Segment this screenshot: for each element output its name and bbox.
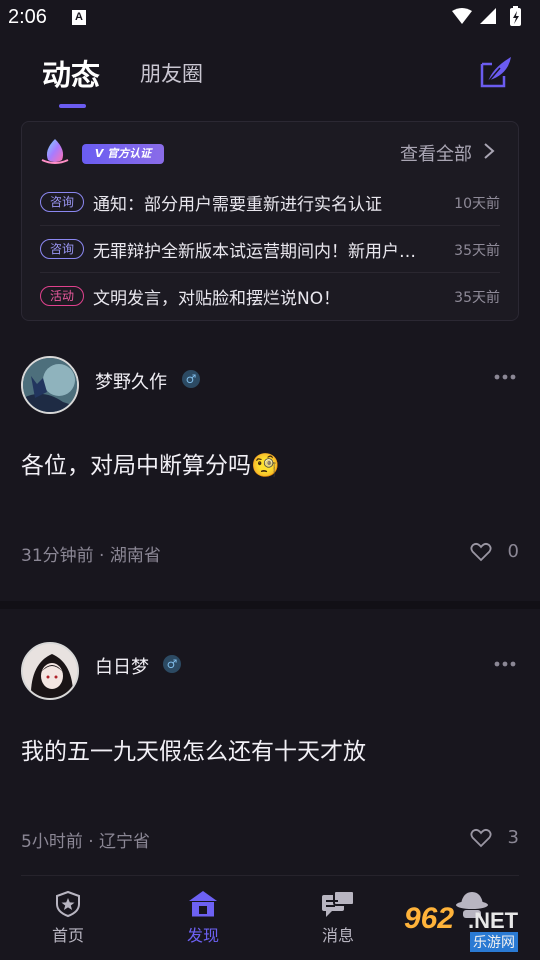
notice-item[interactable]: 咨询 无罪辩护全新版本试运营期间内！新用户… 35天前: [40, 227, 500, 273]
header-tabs: 动态 朋友圈: [0, 40, 540, 110]
official-verified-badge: V 官方认证: [82, 144, 164, 164]
notice-tag: 咨询: [40, 192, 84, 212]
notice-tag: 咨询: [40, 239, 84, 259]
notice-time: 10天前: [454, 196, 500, 212]
nav-label: 首页: [51, 926, 84, 945]
post-meta: 31分钟前 · 湖南省: [21, 546, 161, 566]
chevron-right-icon[interactable]: [482, 142, 496, 160]
shield-star-icon: [56, 890, 80, 918]
nav-label: 消息: [321, 926, 354, 945]
status-time: 2:06: [8, 6, 47, 28]
notice-tag: 活动: [40, 286, 84, 306]
post-content: 各位，对局中断算分吗🧐: [21, 453, 280, 479]
gender-male-icon: ♂: [163, 655, 181, 673]
post-author[interactable]: 梦野久作: [95, 368, 167, 394]
watermark-site-name: 乐游网: [470, 932, 518, 952]
tab-moments[interactable]: 朋友圈: [140, 58, 203, 88]
chat-bubbles-icon: [322, 890, 355, 917]
like-count: 0: [507, 541, 519, 562]
nav-messages[interactable]: 消息: [298, 886, 378, 952]
post-author[interactable]: 白日梦: [95, 653, 149, 679]
post-meta: 5小时前 · 辽宁省: [21, 832, 151, 852]
watermark-suffix: .NET: [468, 908, 519, 933]
app-logo-icon: [41, 139, 69, 164]
notice-board: V 官方认证 查看全部 咨询 通知：部分用户需要重新进行实名认证 10天前 咨询…: [21, 121, 519, 321]
post-card[interactable]: 白日梦 ♂ 我的五一九天假怎么还有十天才放 5小时前 · 辽宁省 3: [0, 610, 540, 876]
site-watermark: 962 .NET 乐游网: [400, 900, 534, 952]
notice-time: 35天前: [454, 243, 500, 259]
view-all-link[interactable]: 查看全部: [400, 140, 472, 166]
notice-title: 通知：部分用户需要重新进行实名认证: [93, 195, 382, 215]
notice-title: 无罪辩护全新版本试运营期间内！新用户…: [93, 242, 416, 262]
more-options-icon[interactable]: [494, 373, 516, 381]
nav-label: 发现: [186, 926, 219, 945]
nav-home[interactable]: 首页: [28, 886, 108, 952]
compose-post-icon[interactable]: [478, 54, 514, 90]
gender-male-icon: ♂: [182, 370, 200, 388]
like-count: 3: [507, 827, 519, 848]
heart-icon[interactable]: [470, 828, 492, 848]
post-card[interactable]: 梦野久作 ♂ 各位，对局中断算分吗🧐 31分钟前 · 湖南省 0: [0, 340, 540, 600]
notification-a-icon: A: [72, 10, 86, 25]
more-options-icon[interactable]: [494, 660, 516, 668]
post-separator: [0, 601, 540, 609]
nav-discover[interactable]: 发现: [163, 886, 243, 952]
watermark-number: 962: [404, 902, 455, 935]
house-icon: [189, 891, 217, 917]
notice-time: 35天前: [454, 290, 500, 306]
tab-dynamic[interactable]: 动态: [42, 52, 100, 94]
avatar-image: [23, 644, 77, 698]
status-bar: 2:06 A: [0, 0, 540, 36]
notice-title: 文明发言，对贴脸和摆烂说NO！: [93, 289, 341, 309]
system-status-icons: [452, 6, 521, 26]
wifi-icon: [452, 8, 472, 24]
avatar[interactable]: [21, 356, 79, 414]
active-tab-indicator: [59, 104, 86, 108]
notice-item[interactable]: 咨询 通知：部分用户需要重新进行实名认证 10天前: [40, 180, 500, 226]
post-content: 我的五一九天假怎么还有十天才放: [21, 739, 366, 765]
signal-icon: [480, 8, 496, 24]
notice-item[interactable]: 活动 文明发言，对贴脸和摆烂说NO！ 35天前: [40, 274, 500, 320]
avatar-image: [23, 358, 77, 412]
avatar[interactable]: [21, 642, 79, 700]
heart-icon[interactable]: [470, 542, 492, 562]
